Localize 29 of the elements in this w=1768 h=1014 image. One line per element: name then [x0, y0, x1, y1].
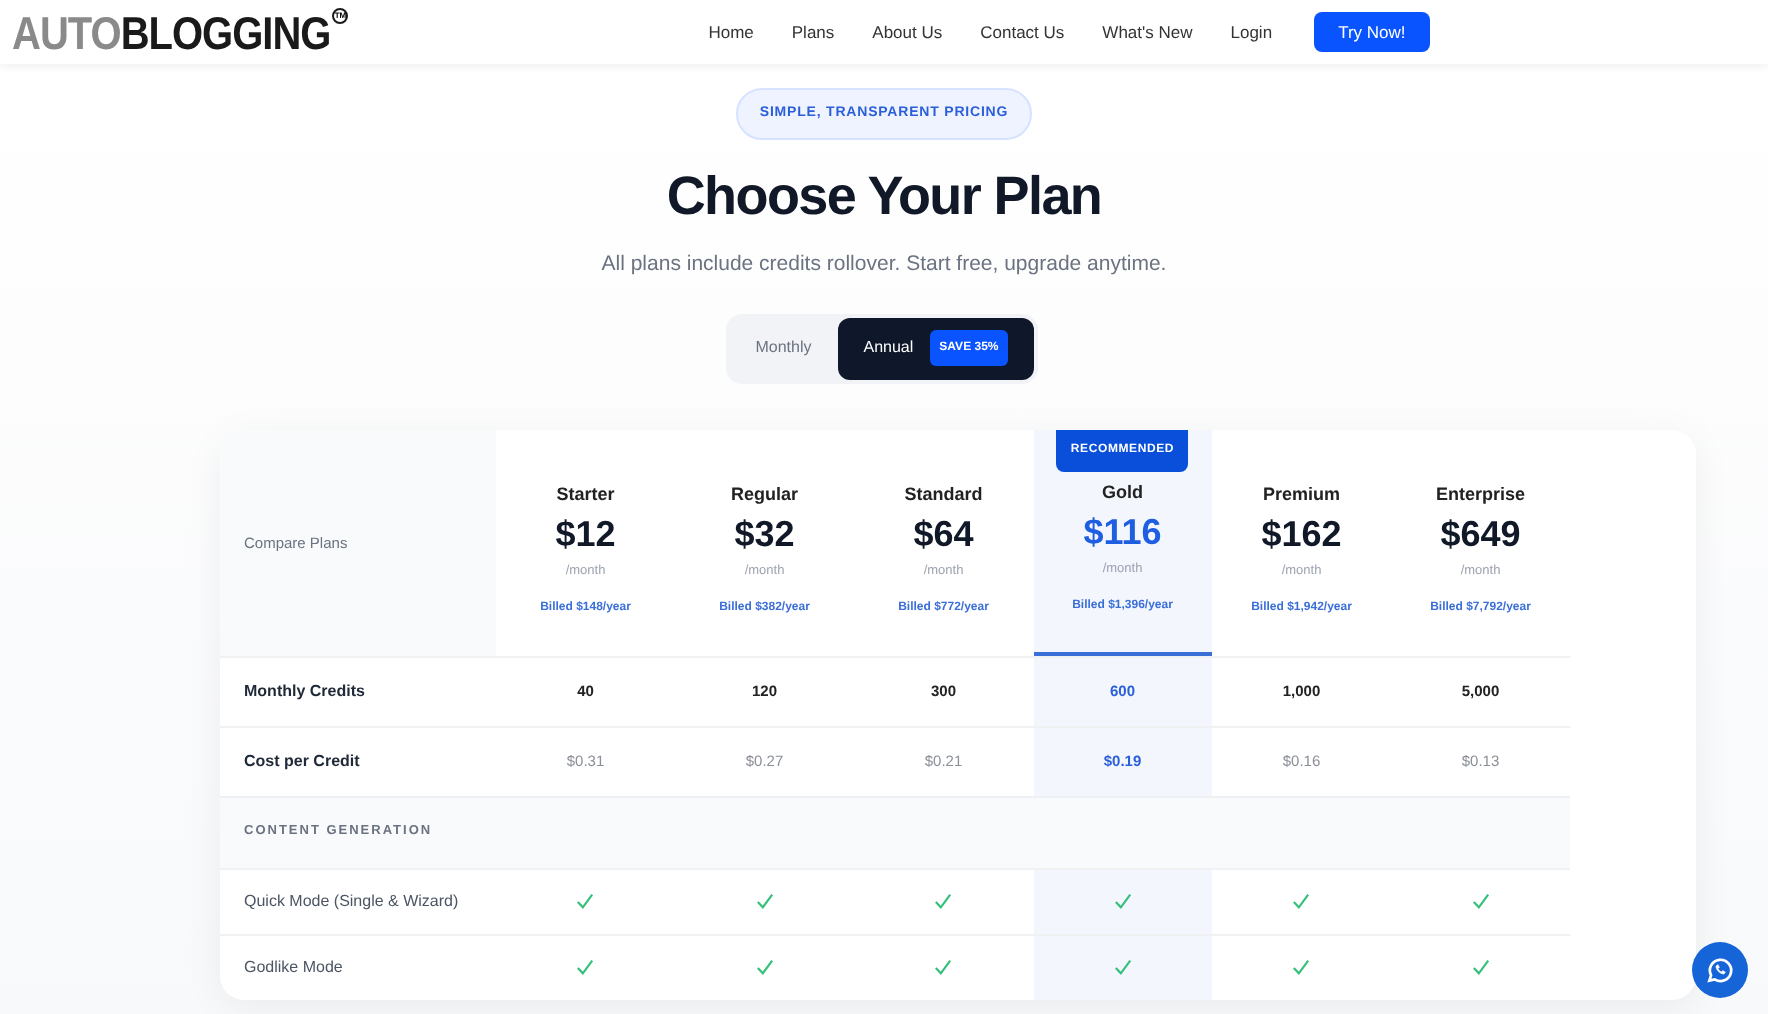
- plan-name: Standard: [904, 481, 983, 508]
- plan-price: $64: [913, 512, 974, 557]
- row-label: Cost per Credit: [244, 749, 360, 774]
- try-now-button[interactable]: Try Now!: [1314, 12, 1430, 52]
- plan-price: $162: [1261, 512, 1342, 557]
- feature-label: Quick Mode (Single & Wizard): [244, 889, 459, 914]
- billing-tab[interactable]: Monthly: [729, 317, 838, 380]
- page-title: Choose Your Plan: [666, 164, 1102, 228]
- logo-text: BLOGGING: [120, 12, 331, 58]
- plan-price: $32: [734, 512, 795, 557]
- plan-name: Gold: [1102, 479, 1143, 506]
- nav-link[interactable]: Login: [1230, 19, 1273, 45]
- plan-name: Enterprise: [1435, 481, 1526, 508]
- nav-link[interactable]: About Us: [872, 19, 943, 45]
- chat-icon: [1704, 954, 1736, 986]
- row-label: Monthly Credits: [244, 679, 365, 704]
- nav-link[interactable]: Home: [708, 19, 754, 45]
- plan-price: $12: [555, 512, 616, 557]
- nav-link[interactable]: Contact Us: [980, 19, 1065, 45]
- feature-label: Godlike Mode: [244, 955, 343, 980]
- plan-name: Premium: [1262, 481, 1340, 508]
- plan-price: $649: [1440, 512, 1521, 557]
- nav-link[interactable]: What's New: [1102, 19, 1193, 45]
- plan-name: Regular: [730, 481, 798, 508]
- logo-text: AUTO: [12, 12, 121, 58]
- plan-name: Starter: [556, 481, 615, 508]
- page-subtitle: All plans include credits rollover. Start free, upgrade anytime.: [601, 250, 1167, 280]
- nav-link[interactable]: Plans: [791, 19, 835, 45]
- plan-price: $116: [1083, 510, 1162, 555]
